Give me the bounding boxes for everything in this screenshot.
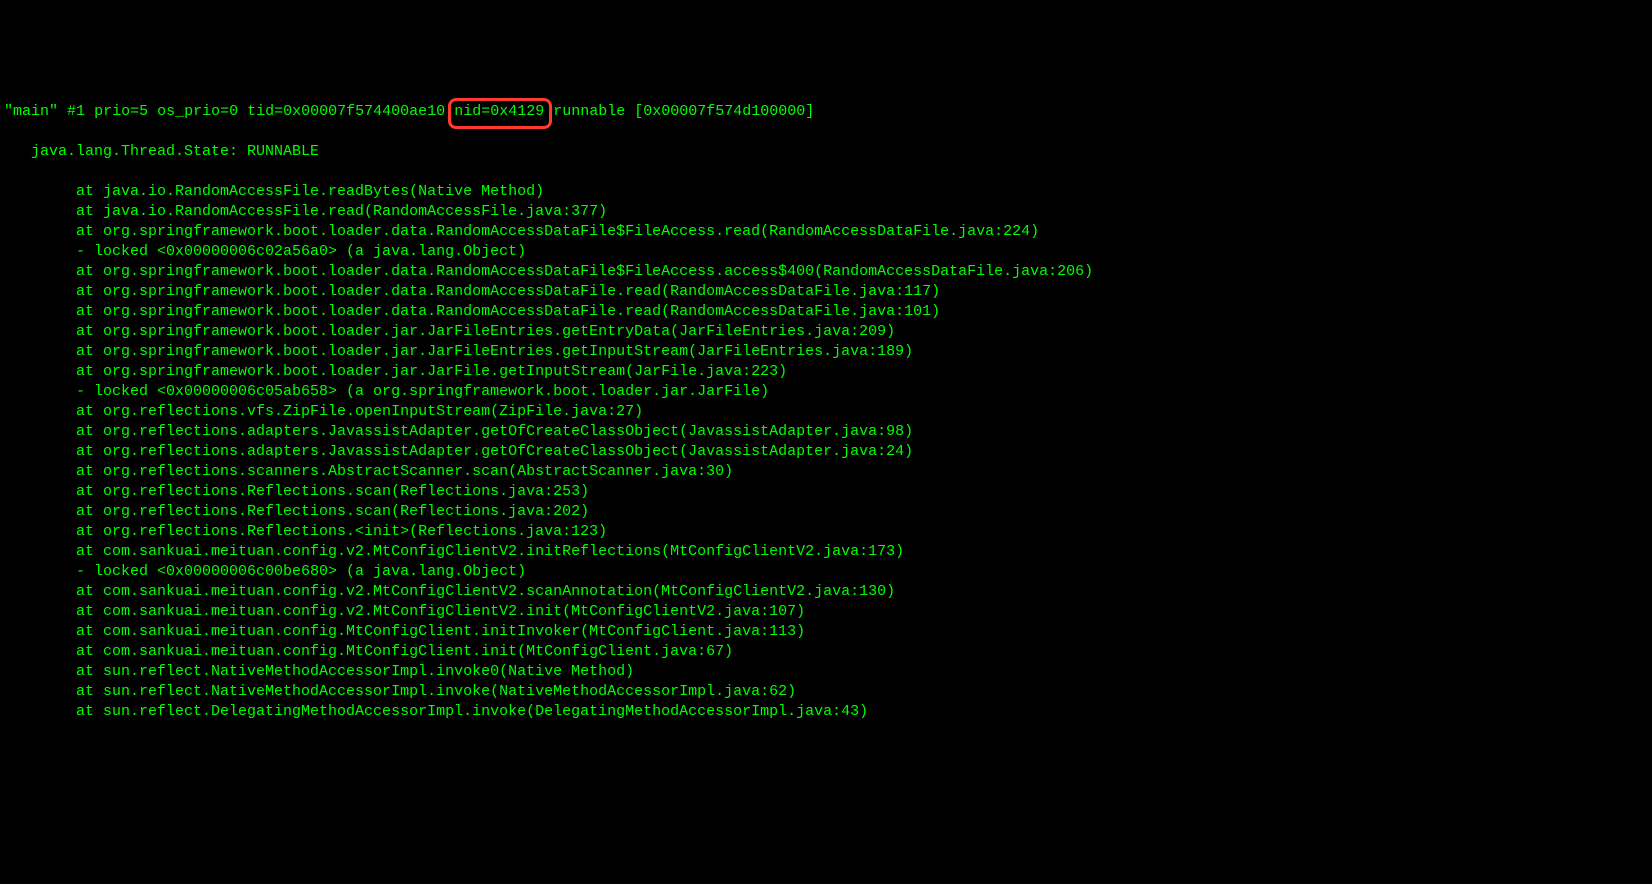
stack-frame: at com.sankuai.meituan.config.v2.MtConfi… [4, 602, 1648, 622]
thread-prio: prio=5 [94, 103, 148, 120]
terminal-output: "main" #1 prio=5 os_prio=0 tid=0x00007f5… [0, 80, 1652, 744]
stack-frame: at java.io.RandomAccessFile.readBytes(Na… [4, 182, 1648, 202]
stack-frame: at sun.reflect.NativeMethodAccessorImpl.… [4, 662, 1648, 682]
stack-frame: at org.reflections.adapters.JavassistAda… [4, 442, 1648, 462]
stack-frame: at sun.reflect.DelegatingMethodAccessorI… [4, 702, 1648, 722]
stack-frame: at com.sankuai.meituan.config.MtConfigCl… [4, 642, 1648, 662]
stack-trace: at java.io.RandomAccessFile.readBytes(Na… [4, 182, 1648, 722]
stack-frame: at org.reflections.vfs.ZipFile.openInput… [4, 402, 1648, 422]
thread-name: "main" [4, 103, 58, 120]
thread-runnable-word: runnable [553, 103, 625, 120]
stack-frame: at org.springframework.boot.loader.jar.J… [4, 342, 1648, 362]
stack-frame: at org.springframework.boot.loader.data.… [4, 282, 1648, 302]
stack-frame: at org.springframework.boot.loader.data.… [4, 302, 1648, 322]
stack-frame: - locked <0x00000006c05ab658> (a org.spr… [4, 382, 1648, 402]
stack-frame: at org.springframework.boot.loader.data.… [4, 222, 1648, 242]
thread-state-line: java.lang.Thread.State: RUNNABLE [4, 142, 1648, 162]
stack-frame: at org.reflections.scanners.AbstractScan… [4, 462, 1648, 482]
stack-frame: at org.reflections.Reflections.scan(Refl… [4, 502, 1648, 522]
thread-header-line: "main" #1 prio=5 os_prio=0 tid=0x00007f5… [4, 102, 1648, 122]
stack-frame: at com.sankuai.meituan.config.v2.MtConfi… [4, 582, 1648, 602]
stack-frame: at com.sankuai.meituan.config.v2.MtConfi… [4, 542, 1648, 562]
thread-osprio: os_prio=0 [157, 103, 238, 120]
stack-frame: at java.io.RandomAccessFile.read(RandomA… [4, 202, 1648, 222]
stack-frame: at org.reflections.Reflections.scan(Refl… [4, 482, 1648, 502]
stack-frame: at com.sankuai.meituan.config.MtConfigCl… [4, 622, 1648, 642]
stack-frame: at org.springframework.boot.loader.jar.J… [4, 362, 1648, 382]
thread-nid: nid=0x4129 [454, 103, 544, 120]
stack-frame: at sun.reflect.NativeMethodAccessorImpl.… [4, 682, 1648, 702]
thread-index: #1 [67, 103, 85, 120]
stack-frame: - locked <0x00000006c00be680> (a java.la… [4, 562, 1648, 582]
thread-tid: tid=0x00007f574400ae10 [247, 103, 445, 120]
stack-frame: - locked <0x00000006c02a56a0> (a java.la… [4, 242, 1648, 262]
thread-addr: [0x00007f574d100000] [634, 103, 814, 120]
stack-frame: at org.reflections.Reflections.<init>(Re… [4, 522, 1648, 542]
stack-frame: at org.springframework.boot.loader.jar.J… [4, 322, 1648, 342]
stack-frame: at org.springframework.boot.loader.data.… [4, 262, 1648, 282]
stack-frame: at org.reflections.adapters.JavassistAda… [4, 422, 1648, 442]
